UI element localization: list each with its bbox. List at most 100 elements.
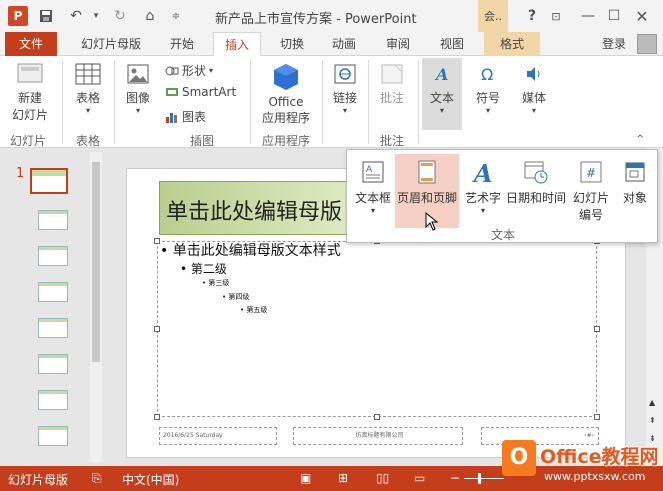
tab-animations[interactable]: 动画 [324,32,364,56]
wordart-dropdown-icon: ▾ [480,206,485,215]
group-label-illustrations: 插图 [190,134,215,148]
scrollbar-thumb[interactable] [92,162,100,362]
tab-insert[interactable]: 插入 [213,32,261,56]
tab-file[interactable]: 文件 [5,32,57,56]
slideshow-view-icon[interactable]: ▭ [414,471,425,485]
undo-dropdown-icon[interactable]: ▾ [86,6,106,26]
tab-review[interactable]: 审阅 [378,32,418,56]
layout-thumbnail[interactable] [38,246,68,266]
new-slide-button[interactable]: 新建 幻灯片 [6,62,54,123]
maximize-button[interactable]: ☐ [604,6,624,26]
footer-placeholder[interactable]: 仿真标题有限公司 [293,427,463,445]
resize-handle[interactable] [154,414,160,420]
tab-view[interactable]: 视图 [432,32,472,56]
links-label: 链接 [332,91,357,105]
resize-handle[interactable] [594,414,600,420]
contextual-tab-label: 会.. [478,0,508,32]
sign-in-link[interactable]: 登录 [596,32,632,56]
text-button[interactable]: A 文本 ▾ [422,58,462,130]
layout-thumbnail[interactable] [38,390,68,410]
group-label-slides: 幻灯片 [10,134,47,148]
zoom-out-icon[interactable]: − [450,471,460,485]
wordart-label: 艺术字 [464,191,501,205]
layout-thumbnail[interactable] [38,282,68,302]
ribbon-tabs: 文件 幻灯片母版 开始 插入 切换 动画 审阅 视图 格式 登录 [0,32,663,56]
start-slideshow-icon[interactable]: ⌂ [140,6,160,26]
chart-button[interactable]: 图表 [165,108,206,125]
wordart-button[interactable]: A 艺术字 ▾ [461,154,505,228]
shapes-label: 形状 [182,64,207,78]
layout-thumbnail[interactable] [38,210,68,230]
title-bar: P ↶ ▾ ↻ ⌂ ≑ 新产品上市宣传方案 - PowerPoint 会.. ?… [0,0,663,32]
table-button[interactable]: 表格 ▾ [70,62,106,115]
redo-icon[interactable]: ↻ [110,6,130,26]
previous-slide-icon[interactable]: ⇞ [649,416,656,425]
ribbon-display-options-icon[interactable]: ⊡ [546,6,566,26]
link-icon [334,64,356,84]
date-time-icon [524,161,548,184]
undo-icon[interactable]: ↶ [66,6,86,26]
office-apps-button[interactable]: Office 应用程序 [255,62,317,126]
layout-thumbnail[interactable] [38,318,68,338]
spell-check-icon[interactable]: ⎘ [92,471,102,486]
text-icon: A [434,65,448,84]
resize-handle[interactable] [374,414,380,420]
customize-toolbar-icon[interactable]: ≑ [166,6,186,26]
links-button[interactable]: 链接 ▾ [328,62,362,115]
layout-thumbnail[interactable] [38,354,68,374]
bullet-level-1: • 单击此处编辑母版文本样式 [160,243,341,259]
zoom-slider-thumb[interactable] [478,473,481,484]
tab-transitions[interactable]: 切换 [272,32,312,56]
language-indicator[interactable]: 中文(中国) [122,471,179,488]
scroll-up-icon[interactable]: ▲ [649,398,655,407]
shapes-button[interactable]: 形状 ▾ [165,62,213,79]
date-time-button[interactable]: 日期和时间 [505,154,567,228]
collapse-ribbon-icon[interactable]: ^ [636,134,644,145]
resize-handle[interactable] [154,326,160,332]
header-footer-button[interactable]: 页眉和页脚 [395,154,459,231]
resize-handle[interactable] [154,238,160,244]
bullet-level-3: • 第三级 [202,279,230,287]
body-placeholder[interactable]: • 单击此处编辑母版文本样式 • 第二级 • 第三级 • 第四级 • 第五级 [157,241,597,417]
save-icon[interactable] [36,6,56,26]
avatar[interactable] [637,34,657,54]
object-button[interactable]: 对象 [615,154,655,228]
reading-view-icon[interactable]: ▯▯ [376,471,389,485]
smartart-button[interactable]: SmartArt [165,85,236,99]
master-thumbnail[interactable] [30,168,68,194]
slide-sorter-icon[interactable]: ⊞ [338,471,348,485]
image-dropdown-icon: ▾ [135,106,140,115]
slide-number-button[interactable]: # 幻灯片 编号 [569,154,613,228]
group-separator [368,60,369,144]
watermark: O Office教程网 www.pptxsxw.com [498,440,663,491]
thumbnail-scrollbar[interactable] [90,152,102,462]
media-button[interactable]: 媒体 ▾ [514,62,554,115]
window-title: 新产品上市宣传方案 - PowerPoint [215,12,417,27]
minimize-button[interactable]: — [578,6,598,26]
tab-format[interactable]: 格式 [484,32,540,56]
text-box-button[interactable]: A 文本框 ▾ [351,154,395,228]
office-store-icon [274,64,298,90]
text-box-dropdown-icon: ▾ [370,206,375,215]
chart-icon [166,112,177,123]
comment-button[interactable]: 批注 [374,62,410,106]
tab-home[interactable]: 开始 [162,32,202,56]
tab-slide-master[interactable]: 幻灯片母版 [75,32,147,56]
close-button[interactable]: ✕ [632,6,652,26]
image-button[interactable]: 图像 ▾ [120,62,156,115]
date-placeholder[interactable]: 2016/6/25 Saturday [159,427,277,445]
resize-handle[interactable] [594,326,600,332]
slide-number-icon: # [580,161,602,183]
object-icon [625,162,645,182]
table-icon [75,63,101,85]
chart-label: 图表 [182,110,207,124]
help-button[interactable]: ? [522,6,542,26]
normal-view-icon[interactable]: ▣ [300,471,311,485]
symbols-label: 符号 [475,91,500,105]
layout-thumbnail[interactable] [38,426,68,446]
slide-number-label: 幻灯片 [572,191,609,205]
bullet-level-4: • 第四级 [222,293,250,301]
symbols-button[interactable]: Ω 符号 ▾ [468,62,508,115]
group-separator [322,60,323,144]
media-label: 媒体 [521,91,546,105]
